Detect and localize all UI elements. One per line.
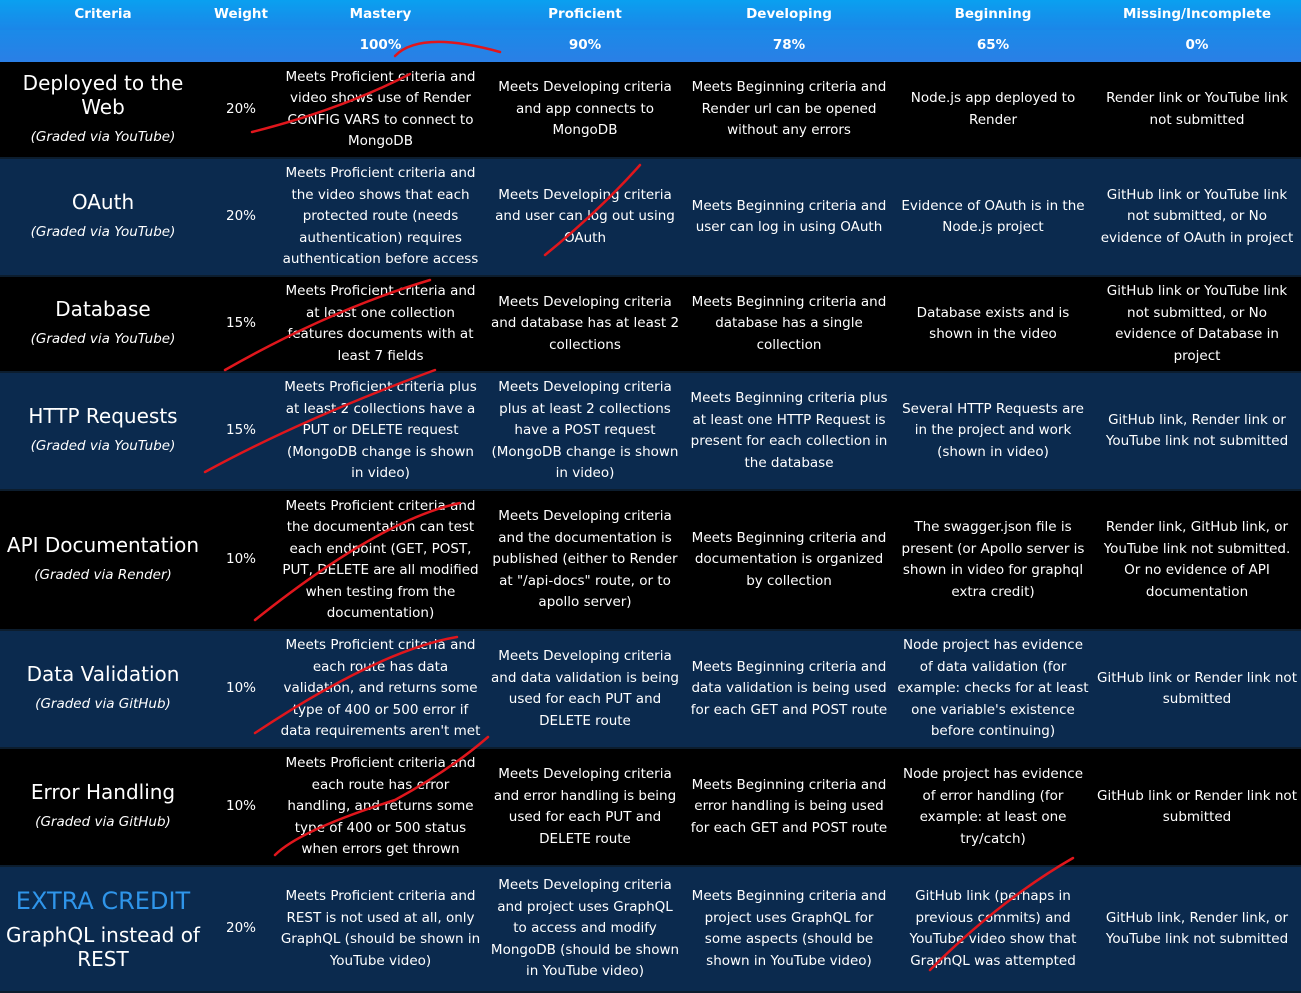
developing-cell: Meets Beginning criteria and database ha… (691, 293, 887, 353)
criterion-name: GraphQL instead of REST (6, 923, 200, 971)
beginning-cell: Several HTTP Requests are in the project… (902, 400, 1084, 460)
weight-cell: 20% (225, 920, 256, 937)
pct-mastery: 100% (359, 37, 402, 54)
criterion-cell: API Documentation (Graded via Render) (0, 490, 206, 630)
proficient-cell: Meets Developing criteria and database h… (490, 293, 680, 353)
weight-cell: 10% (225, 798, 256, 815)
criterion-graded-via: (Graded via YouTube) (30, 438, 176, 455)
beginning-cell: Node project has evidence of data valida… (897, 637, 1089, 740)
rubric-row: API Documentation (Graded via Render) 10… (0, 490, 1301, 630)
criterion-graded-via: (Graded via GitHub) (35, 814, 171, 831)
developing-cell: Meets Beginning criteria and error handl… (690, 776, 888, 836)
criterion-cell: EXTRA CREDIT GraphQL instead of REST (0, 866, 206, 992)
developing-cell: Meets Beginning criteria plus at least o… (690, 390, 888, 471)
mastery-cell: Meets Proficient criteria and at least o… (285, 283, 476, 364)
criterion-cell: Database (Graded via YouTube) (0, 276, 206, 372)
mastery-cell: Meets Proficient criteria and each route… (280, 637, 481, 740)
rubric-row: Data Validation (Graded via GitHub) 10% … (0, 630, 1301, 748)
proficient-cell: Meets Developing criteria and error hand… (493, 766, 677, 847)
header-weight: Weight (214, 6, 268, 23)
header-row: Criteria Weight Mastery Proficient Devel… (0, 0, 1301, 30)
weight-cell: 15% (225, 315, 256, 332)
criterion-name: HTTP Requests (28, 404, 178, 429)
beginning-cell: The swagger.json file is present (or Apo… (901, 519, 1085, 600)
criterion-name: Data Validation (26, 662, 180, 687)
rubric-row: Deployed to the Web (Graded via YouTube)… (0, 62, 1301, 158)
mastery-cell: Meets Proficient criteria and video show… (285, 68, 476, 150)
beginning-cell: GitHub link (perhaps in previous commits… (909, 888, 1077, 969)
criterion-name: OAuth (71, 190, 135, 215)
weight-cell: 20% (225, 100, 256, 117)
developing-cell: Meets Beginning criteria and project use… (691, 888, 887, 969)
beginning-cell: Evidence of OAuth is in the Node.js proj… (901, 197, 1085, 236)
extra-credit-row: EXTRA CREDIT GraphQL instead of REST 20%… (0, 866, 1301, 992)
criterion-name: Database (55, 297, 151, 322)
criterion-cell: HTTP Requests (Graded via YouTube) (0, 372, 206, 490)
proficient-cell: Meets Developing criteria and project us… (490, 877, 680, 980)
pct-missing: 0% (1185, 37, 1209, 54)
criterion-graded-via: (Graded via YouTube) (30, 331, 176, 348)
proficient-cell: Meets Developing criteria plus at least … (491, 379, 679, 482)
proficient-cell: Meets Developing criteria and user can l… (495, 186, 675, 246)
missing-cell: GitHub link or Render link not submitted (1097, 787, 1297, 826)
missing-cell: GitHub link or YouTube link not submitte… (1100, 186, 1294, 246)
beginning-cell: Database exists and is shown in the vide… (916, 304, 1070, 343)
criterion-cell: Deployed to the Web (Graded via YouTube) (0, 62, 206, 158)
criterion-name: Error Handling (30, 780, 176, 805)
missing-cell: Render link or YouTube link not submitte… (1106, 90, 1288, 128)
developing-cell: Meets Beginning criteria and user can lo… (691, 197, 887, 236)
weight-cell: 10% (225, 680, 256, 697)
criterion-graded-via: (Graded via Render) (34, 567, 172, 584)
pct-beginning: 65% (976, 37, 1010, 54)
mastery-cell: Meets Proficient criteria and REST is no… (280, 888, 481, 969)
pct-developing: 78% (772, 37, 806, 54)
criterion-graded-via: (Graded via GitHub) (35, 696, 171, 713)
criterion-graded-via: (Graded via YouTube) (30, 224, 176, 241)
criterion-cell: OAuth (Graded via YouTube) (0, 158, 206, 276)
rubric-row: Database (Graded via YouTube) 15% Meets … (0, 276, 1301, 372)
criterion-name: API Documentation (6, 533, 200, 558)
header-missing: Missing/Incomplete (1123, 6, 1271, 23)
rubric-row: HTTP Requests (Graded via YouTube) 15% M… (0, 372, 1301, 490)
header-criteria: Criteria (74, 6, 132, 23)
rubric-row: Error Handling (Graded via GitHub) 10% M… (0, 748, 1301, 866)
criterion-name: Deployed to the Web (22, 70, 184, 119)
weight-cell: 20% (225, 208, 256, 225)
pct-proficient: 90% (568, 37, 602, 54)
missing-cell: GitHub link or Render link not submitted (1097, 669, 1297, 708)
mastery-cell: Meets Proficient criteria and each route… (285, 755, 476, 858)
header-beginning: Beginning (954, 6, 1032, 23)
mastery-cell: Meets Proficient criteria and the docume… (282, 497, 479, 622)
proficient-cell: Meets Developing criteria and data valid… (491, 648, 679, 729)
weight-cell: 15% (225, 422, 256, 439)
rubric-row: OAuth (Graded via YouTube) 20% Meets Pro… (0, 158, 1301, 276)
header-mastery: Mastery (349, 6, 412, 23)
percentage-row: 100% 90% 78% 65% 0% (0, 30, 1301, 62)
developing-cell: Meets Beginning criteria and documentati… (691, 529, 887, 589)
proficient-cell: Meets Developing criteria and the docume… (492, 508, 678, 611)
extra-credit-label: EXTRA CREDIT (15, 887, 191, 915)
missing-cell: GitHub link, Render link, or YouTube lin… (1105, 909, 1289, 948)
mastery-cell: Meets Proficient criteria and the video … (282, 165, 479, 268)
developing-cell: Meets Beginning criteria and Render url … (691, 79, 887, 139)
mastery-cell: Meets Proficient criteria plus at least … (284, 379, 477, 482)
weight-cell: 10% (225, 551, 256, 568)
missing-cell: GitHub link or YouTube link not submitte… (1106, 283, 1288, 364)
criterion-graded-via: (Graded via YouTube) (30, 128, 176, 145)
developing-cell: Meets Beginning criteria and data valida… (690, 658, 888, 718)
criterion-cell: Data Validation (Graded via GitHub) (0, 630, 206, 748)
grading-rubric-table: Criteria Weight Mastery Proficient Devel… (0, 0, 1301, 993)
header-developing: Developing (746, 6, 832, 23)
missing-cell: GitHub link, Render link or YouTube link… (1105, 411, 1289, 450)
missing-cell: Render link, GitHub link, or YouTube lin… (1103, 519, 1291, 600)
proficient-cell: Meets Developing criteria and app connec… (498, 79, 672, 139)
beginning-cell: Node project has evidence of error handl… (902, 766, 1084, 847)
criterion-cell: Error Handling (Graded via GitHub) (0, 748, 206, 866)
header-proficient: Proficient (548, 6, 622, 23)
beginning-cell: Node.js app deployed to Render (910, 90, 1076, 128)
